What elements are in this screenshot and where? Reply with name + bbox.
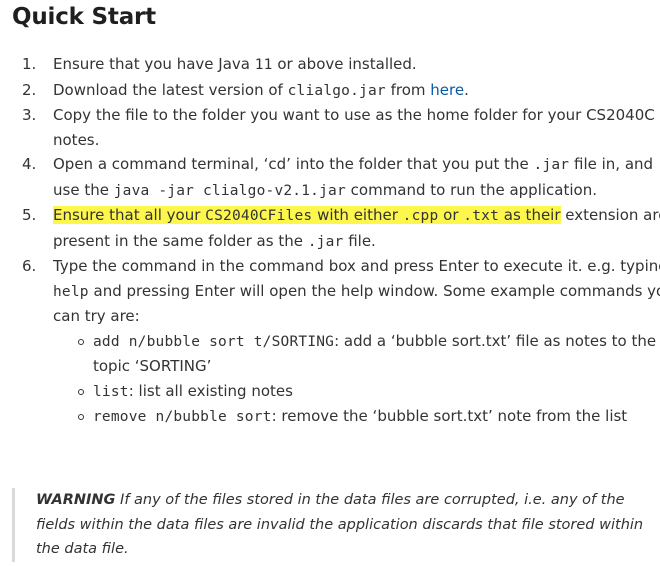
inline-code: .cpp: [402, 208, 439, 224]
step-text: Ensure that all your: [53, 206, 206, 224]
step-text: or above installed.: [272, 55, 417, 73]
download-link[interactable]: here: [430, 81, 464, 99]
inline-code: java -jar clialgo-v2.1.jar: [113, 182, 346, 199]
step-text: .: [464, 80, 469, 99]
step-1: Ensure that you have Java 11 or above in…: [22, 52, 660, 78]
warning-label: WARNING: [36, 492, 116, 508]
example-item: remove n/bubble sort: remove the ‘bubble…: [78, 404, 660, 430]
step-text: file.: [343, 231, 376, 250]
highlighted-text: Ensure that all your CS2040CFiles with e…: [53, 206, 561, 224]
warning-callout: WARNING If any of the files stored in th…: [12, 488, 646, 562]
step-2: Download the latest version of clialgo.j…: [22, 78, 660, 104]
quick-start-steps: Ensure that you have Java 11 or above in…: [0, 52, 660, 430]
warning-text: If any of the files stored in the data f…: [36, 492, 644, 557]
page-title: Quick Start: [12, 4, 156, 30]
step-text: command to run the application.: [345, 180, 597, 199]
inline-code: add n/bubble sort t/SORTING: [93, 333, 335, 350]
inline-code: list: [93, 383, 129, 400]
step-text: with either: [312, 206, 403, 224]
inline-code: help: [53, 283, 89, 300]
step-text: and pressing Enter will open the help wi…: [53, 281, 660, 326]
inline-code: .jar: [307, 233, 344, 250]
inline-code: remove n/bubble sort: [93, 409, 272, 425]
inline-code: CS2040CFiles: [205, 208, 313, 224]
step-text: Ensure that you have Java: [53, 55, 255, 73]
inline-code: .txt: [463, 208, 500, 224]
example-text: : list all existing notes: [128, 381, 293, 400]
step-text: from: [385, 80, 431, 99]
step-text: Open a command terminal, ‘cd’ into the f…: [53, 155, 534, 173]
step-4: Open a command terminal, ‘cd’ into the f…: [22, 152, 660, 203]
example-item: add n/bubble sort t/SORTING: add a ‘bubb…: [78, 329, 660, 379]
example-text: : remove the ‘bubble sort.txt’ note from…: [271, 407, 628, 425]
inline-code: 11: [254, 57, 273, 73]
circle-bullet-icon: [78, 388, 84, 395]
inline-code: clialgo.jar: [287, 82, 386, 99]
example-item: list: list all existing notes: [78, 379, 660, 405]
step-5: Ensure that all your CS2040CFiles with e…: [22, 203, 660, 254]
step-text: as their: [499, 206, 561, 224]
step-6: Type the command in the command box and …: [22, 254, 660, 430]
step-text: Copy the file to the folder you want to …: [53, 106, 655, 149]
circle-bullet-icon: [78, 414, 84, 420]
example-commands: add n/bubble sort t/SORTING: add a ‘bubb…: [53, 329, 660, 430]
inline-code: .jar: [533, 157, 570, 173]
step-text: or: [438, 206, 464, 224]
step-text: Type the command in the command box and …: [53, 257, 660, 275]
step-text: Download the latest version of: [53, 80, 288, 99]
circle-bullet-icon: [78, 338, 84, 345]
step-3: Copy the file to the folder you want to …: [22, 103, 660, 152]
document-page: Quick Start Ensure that you have Java 11…: [0, 0, 660, 567]
